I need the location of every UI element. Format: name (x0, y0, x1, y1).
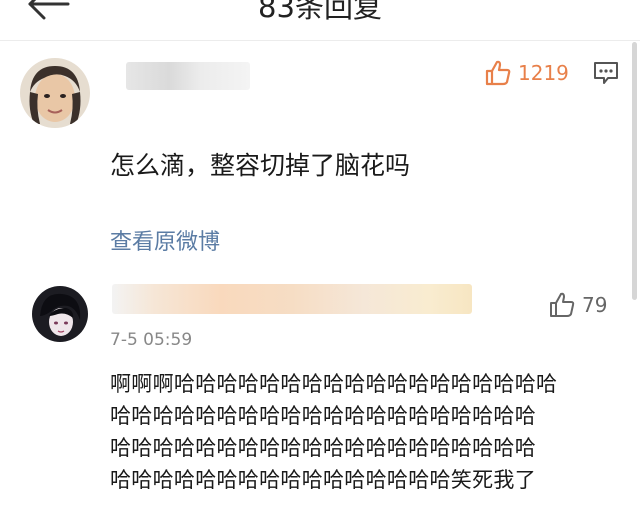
like-button[interactable]: 1219 (484, 58, 569, 88)
avatar[interactable] (20, 58, 90, 128)
scrollbar[interactable] (632, 42, 637, 300)
thumbs-up-icon (550, 292, 575, 317)
reply-button[interactable] (592, 60, 620, 86)
comment-text-line: 哈哈哈哈哈哈哈哈哈哈哈哈哈哈哈哈哈哈哈哈 (110, 404, 536, 428)
username-blurred[interactable] (112, 284, 472, 314)
comment-item: 79 7-5 05:59 啊啊啊哈哈哈哈哈哈哈哈哈哈哈哈哈哈哈哈哈哈 哈哈哈哈哈… (0, 270, 640, 508)
like-count: 79 (582, 293, 608, 317)
timestamp: 7-5 05:59 (110, 330, 193, 350)
comment-item: 1219 怎么滴，整容切掉了脑花吗 查看原微博 (0, 0, 640, 270)
comment-text-line: 哈哈哈哈哈哈哈哈哈哈哈哈哈哈哈哈笑死我了 (110, 468, 536, 492)
reply-bubble-icon (594, 62, 618, 84)
comment-text-line: 啊啊啊哈哈哈哈哈哈哈哈哈哈哈哈哈哈哈哈哈哈 (110, 372, 558, 396)
view-original-link[interactable]: 查看原微博 (110, 224, 220, 256)
like-count: 1219 (518, 61, 569, 85)
comment-text: 怎么滴，整容切掉了脑花吗 (110, 151, 411, 180)
like-button[interactable]: 79 (548, 290, 607, 320)
username-blurred[interactable] (126, 62, 250, 90)
comment-text-line: 哈哈哈哈哈哈哈哈哈哈哈哈哈哈哈哈哈哈哈哈 (110, 436, 536, 460)
thumbs-up-icon (485, 60, 511, 86)
avatar[interactable] (32, 286, 88, 342)
